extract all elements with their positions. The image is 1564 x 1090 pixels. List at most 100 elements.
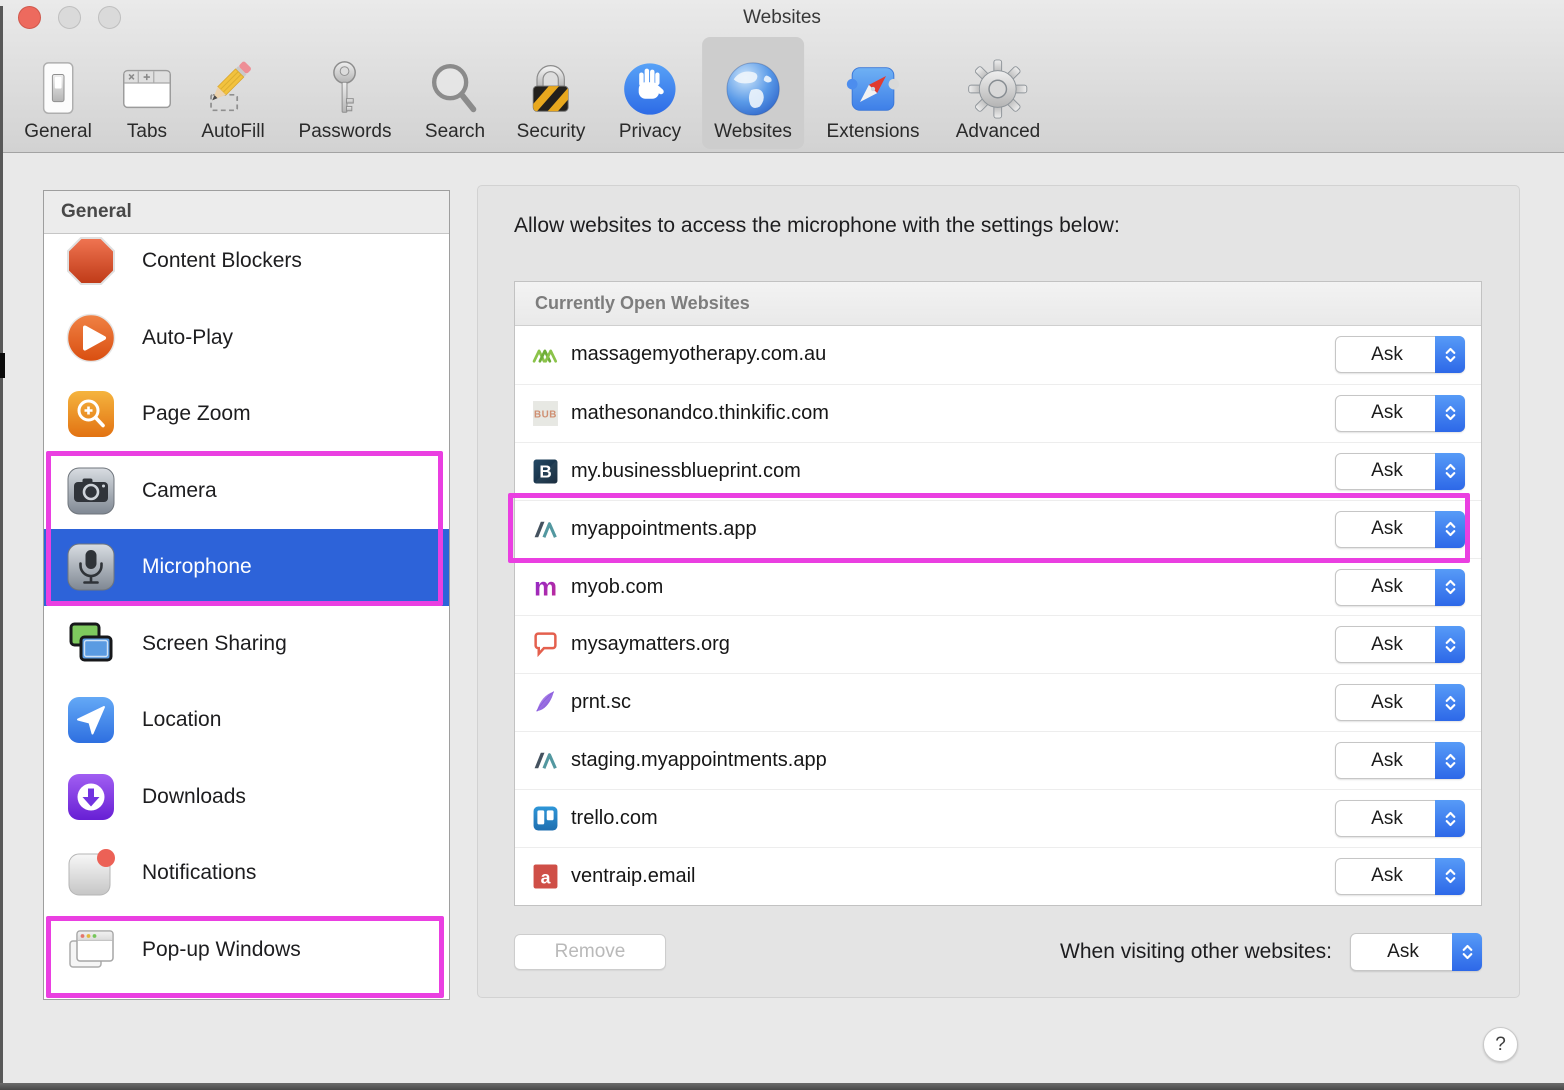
close-button[interactable]	[18, 6, 41, 29]
play-circle-icon	[65, 312, 117, 364]
sidebar-item-label: Pop-up Windows	[142, 938, 301, 962]
magnifier-icon	[424, 42, 486, 120]
site-row-my-businessblueprint-com[interactable]: my.businessblueprint.comAsk	[515, 442, 1481, 500]
toolbar-item-label: Search	[425, 121, 485, 143]
permission-select[interactable]: Ask	[1335, 742, 1465, 779]
bottom-bar: Remove When visiting other websites: Ask	[514, 932, 1482, 972]
pencil-icon	[202, 42, 264, 120]
permission-select[interactable]: Ask	[1335, 684, 1465, 721]
toolbar-item-websites[interactable]: Websites	[702, 37, 804, 149]
sidebar-item-camera[interactable]: Camera	[44, 453, 449, 530]
toolbar-item-privacy[interactable]: Privacy	[607, 37, 693, 149]
toolbar-item-general[interactable]: General	[12, 37, 104, 149]
toolbar-item-extensions[interactable]: Extensions	[815, 37, 932, 149]
help-button[interactable]: ?	[1483, 1027, 1518, 1062]
remove-button[interactable]: Remove	[514, 934, 666, 970]
site-row-mysaymatters-org[interactable]: mysaymatters.orgAsk	[515, 615, 1481, 673]
site-label: trello.com	[571, 807, 1335, 830]
zoom-button[interactable]	[98, 6, 121, 29]
sidebar-item-page-zoom[interactable]: Page Zoom	[44, 376, 449, 453]
stepper-arrows-icon	[1435, 684, 1465, 721]
minimize-button[interactable]	[58, 6, 81, 29]
sidebar-item-label: Location	[142, 708, 221, 732]
sidebar-item-label: Camera	[142, 479, 217, 503]
toolbar-item-label: Tabs	[127, 121, 167, 143]
microphone-icon	[65, 541, 117, 593]
permission-select[interactable]: Ask	[1335, 453, 1465, 490]
sidebar-item-label: Auto-Play	[142, 326, 233, 350]
screen-edge	[0, 6, 3, 1084]
sidebar-item-screen-sharing[interactable]: Screen Sharing	[44, 606, 449, 683]
permission-select[interactable]: Ask	[1335, 336, 1465, 373]
myappointments-favicon	[532, 516, 559, 543]
sidebar-header: General	[44, 191, 449, 234]
list-header: Currently Open Websites	[515, 282, 1481, 326]
sidebar-item-location[interactable]: Location	[44, 682, 449, 759]
permission-select[interactable]: Ask	[1335, 858, 1465, 895]
websites-listbox: Currently Open Websites massagemyotherap…	[514, 281, 1482, 906]
stop-octagon-icon	[65, 235, 117, 287]
site-row-myappointments-app[interactable]: myappointments.appAsk	[515, 500, 1481, 558]
sidebar-list: Content Blockers Auto-Play Page Zoom Camera…	[44, 234, 449, 999]
sidebar-item-label: Content Blockers	[142, 249, 302, 273]
toolbar-item-label: General	[24, 121, 92, 143]
site-row-massagemyotherapy-com-au[interactable]: massagemyotherapy.com.auAsk	[515, 326, 1481, 384]
stepper-arrows-icon	[1452, 933, 1482, 971]
myappointments-favicon	[532, 747, 559, 774]
light-switch-icon	[27, 42, 89, 120]
site-label: prnt.sc	[571, 691, 1335, 714]
toolbar-item-security[interactable]: Security	[505, 37, 598, 149]
permission-select[interactable]: Ask	[1335, 569, 1465, 606]
stepper-arrows-icon	[1435, 511, 1465, 548]
toolbar-item-label: Passwords	[299, 121, 392, 143]
bub-favicon	[532, 400, 559, 427]
stepper-arrows-icon	[1435, 800, 1465, 837]
downloads-icon	[65, 771, 117, 823]
toolbar-item-advanced[interactable]: Advanced	[944, 37, 1053, 149]
permission-select[interactable]: Ask	[1335, 511, 1465, 548]
site-row-ventraip-email[interactable]: ventraip.emailAsk	[515, 847, 1481, 905]
site-label: my.businessblueprint.com	[571, 460, 1335, 483]
sidebar-item-auto-play[interactable]: Auto-Play	[44, 300, 449, 377]
site-row-mathesonandco-thinkific-com[interactable]: mathesonandco.thinkific.comAsk	[515, 384, 1481, 442]
main-panel: Allow websites to access the microphone …	[477, 185, 1520, 998]
when-visiting-label: When visiting other websites:	[1060, 940, 1332, 964]
site-row-myob-com[interactable]: myob.comAsk	[515, 558, 1481, 616]
sidebar-item-notifications[interactable]: Notifications	[44, 835, 449, 912]
toolbar-item-passwords[interactable]: Passwords	[287, 37, 404, 149]
sidebar-item-label: Page Zoom	[142, 402, 251, 426]
window-bottom-edge	[0, 1083, 1564, 1090]
permission-select[interactable]: Ask	[1335, 800, 1465, 837]
toolbar-item-autofill[interactable]: AutoFill	[189, 37, 276, 149]
toolbar-item-tabs[interactable]: Tabs	[104, 37, 190, 149]
myob-favicon	[532, 574, 559, 601]
toolbar-item-search[interactable]: Search	[412, 37, 498, 149]
puzzle-icon	[842, 42, 904, 120]
stepper-arrows-icon	[1435, 569, 1465, 606]
sidebar-item-content-blockers[interactable]: Content Blockers	[44, 234, 449, 300]
preferences-toolbar: Websites General Tabs AutoFill Passwords Sea…	[0, 0, 1564, 153]
key-icon	[314, 42, 376, 120]
when-visiting-select[interactable]: Ask	[1350, 933, 1482, 971]
stepper-arrows-icon	[1435, 453, 1465, 490]
padlock-icon	[520, 42, 582, 120]
stepper-arrows-icon	[1435, 395, 1465, 432]
toolbar-item-label: Security	[517, 121, 586, 143]
sidebar-item-downloads[interactable]: Downloads	[44, 759, 449, 836]
site-row-staging-myappointments-app[interactable]: staging.myappointments.appAsk	[515, 731, 1481, 789]
site-label: myob.com	[571, 576, 1335, 599]
site-label: staging.myappointments.app	[571, 749, 1335, 772]
site-row-trello-com[interactable]: trello.comAsk	[515, 789, 1481, 847]
speech-bubble-favicon	[532, 631, 559, 658]
site-row-prnt-sc[interactable]: prnt.scAsk	[515, 673, 1481, 731]
toolbar-item-label: Advanced	[956, 121, 1041, 143]
permission-select[interactable]: Ask	[1335, 626, 1465, 663]
permission-select[interactable]: Ask	[1335, 395, 1465, 432]
sidebar-item-pop-up-windows[interactable]: Pop-up Windows	[44, 912, 449, 989]
sidebar-item-microphone[interactable]: Microphone	[44, 529, 449, 606]
location-arrow-icon	[65, 694, 117, 746]
stepper-arrows-icon	[1435, 858, 1465, 895]
feather-favicon	[532, 689, 559, 716]
tabs-window-icon	[116, 42, 178, 120]
site-label: ventraip.email	[571, 865, 1335, 888]
